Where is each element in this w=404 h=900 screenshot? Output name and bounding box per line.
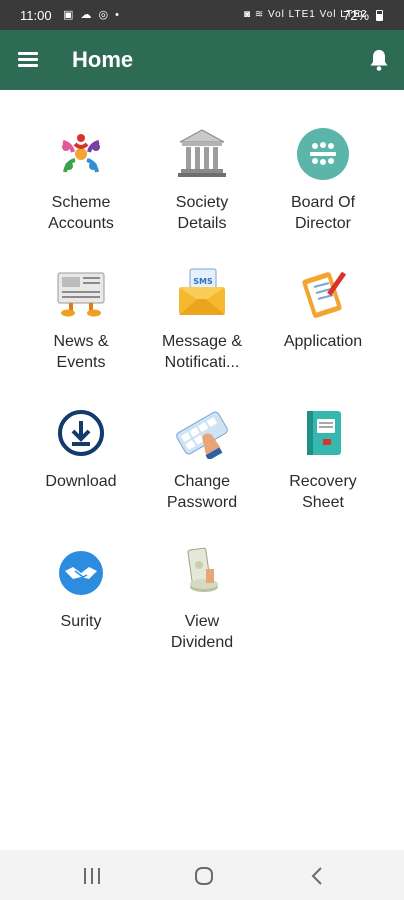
handshake-icon: [59, 551, 103, 595]
menu-item-download[interactable]: Download: [22, 407, 140, 527]
menu-item-label: Change Password: [166, 473, 238, 511]
menu-grid: Scheme Accounts Society Details Board Of Di…: [0, 90, 404, 850]
menu-item-scheme-accounts[interactable]: Scheme Accounts: [22, 128, 140, 248]
money-stack-icon: [187, 547, 218, 592]
battery-icon: [376, 10, 383, 21]
clipboard-icon: [302, 271, 347, 318]
bell-icon[interactable]: [368, 48, 390, 72]
svg-text:SMS: SMS: [193, 277, 213, 286]
newspaper-icon: [57, 272, 105, 317]
menu-item-news-events[interactable]: News & Events: [22, 267, 140, 387]
menu-item-application[interactable]: Application: [264, 267, 382, 387]
page-title: Home: [72, 47, 134, 72]
back-chevron-icon[interactable]: [306, 865, 330, 887]
status-notification-icons: ▣ ☁ ◎ •: [63, 9, 122, 21]
menu-item-society-details[interactable]: Society Details: [143, 128, 261, 248]
hamburger-menu-icon[interactable]: [18, 52, 38, 68]
download-icon: [58, 410, 104, 456]
system-nav-bar: [0, 850, 404, 900]
status-time: 11:00: [20, 8, 52, 23]
menu-item-change-password[interactable]: Change Password: [143, 407, 261, 527]
menu-item-view-dividend[interactable]: View Dividend: [143, 547, 261, 667]
menu-item-label: Board Of Director: [290, 194, 356, 232]
menu-item-label: Application: [283, 333, 363, 350]
app-bar: Home: [0, 30, 404, 90]
recents-icon[interactable]: [80, 865, 104, 887]
menu-item-surity[interactable]: Surity: [22, 547, 140, 667]
menu-item-label: Recovery Sheet: [289, 473, 357, 511]
menu-item-recovery-sheet[interactable]: Recovery Sheet: [264, 407, 382, 527]
home-circle-icon[interactable]: [192, 865, 216, 887]
keyboard-password-icon: [176, 411, 228, 459]
menu-item-label: Surity: [60, 613, 102, 630]
menu-item-label: Scheme Accounts: [48, 194, 114, 232]
sms-envelope-icon: SMS: [179, 268, 225, 315]
scheme-accounts-icon: [62, 134, 100, 173]
menu-item-message-notification[interactable]: SMS Message & Notificati...: [143, 267, 261, 387]
status-bar: 11:00 ▣ ☁ ◎ • ◙ ≋ Vol LTE1 Vol LTE2 72%: [0, 0, 404, 30]
menu-item-label: News & Events: [53, 333, 109, 371]
menu-item-label: Society Details: [175, 194, 229, 232]
recovery-book-icon: [307, 411, 341, 455]
board-meeting-icon: [297, 128, 349, 180]
menu-item-board-of-director[interactable]: Board Of Director: [264, 128, 382, 248]
bank-building-icon: [178, 129, 226, 177]
battery-percentage: 72%: [343, 8, 370, 23]
menu-item-label: View Dividend: [170, 613, 234, 651]
menu-item-label: Download: [45, 473, 117, 490]
menu-item-label: Message & Notificati...: [161, 333, 243, 371]
